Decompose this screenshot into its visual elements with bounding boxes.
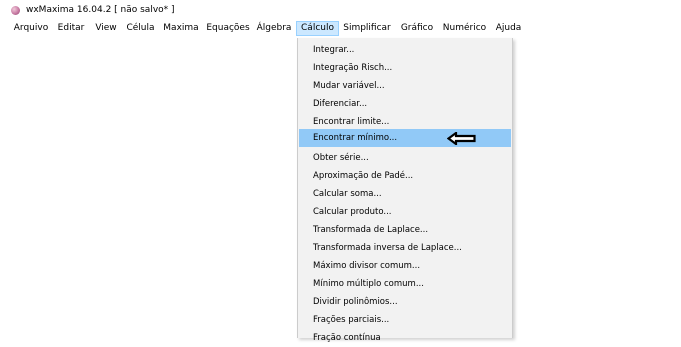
menu-calculo[interactable]: Cálculo: [296, 21, 339, 36]
menu-item-calcular-soma[interactable]: Calcular soma...: [299, 185, 511, 203]
menu-algebra[interactable]: Álgebra: [254, 21, 294, 36]
menu-bar: Arquivo Editar View Célula Maxima Equaçõ…: [0, 19, 681, 38]
menu-ajuda[interactable]: Ajuda: [491, 21, 526, 36]
menu-item-maximo-divisor-comum[interactable]: Máximo divisor comum...: [299, 257, 511, 275]
menu-grafico[interactable]: Gráfico: [396, 21, 438, 36]
menu-numerico[interactable]: Numérico: [439, 21, 490, 36]
wxmaxima-app-icon: [11, 6, 20, 15]
menu-maxima[interactable]: Maxima: [161, 21, 201, 36]
menu-item-integrar[interactable]: Integrar...: [299, 41, 511, 59]
menu-item-diferenciar[interactable]: Diferenciar...: [299, 95, 511, 113]
menu-item-mudar-variavel[interactable]: Mudar variável...: [299, 77, 511, 95]
menu-item-encontrar-minimo[interactable]: Encontrar mínimo...: [299, 129, 511, 147]
calculo-dropdown-menu: Integrar... Integração Risch... Mudar va…: [297, 38, 513, 343]
menu-item-calcular-produto[interactable]: Calcular produto...: [299, 203, 511, 221]
menu-item-fracao-continua[interactable]: Fração contínua: [299, 329, 511, 347]
menu-item-aproximacao-pade[interactable]: Aproximação de Padé...: [299, 167, 511, 185]
menu-celula[interactable]: Célula: [122, 21, 159, 36]
menu-editar[interactable]: Editar: [54, 21, 88, 36]
menu-view[interactable]: View: [91, 21, 121, 36]
menu-item-dividir-polinomios[interactable]: Dividir polinômios...: [299, 293, 511, 311]
left-arrow-icon: [447, 132, 476, 145]
menu-item-transformada-laplace[interactable]: Transformada de Laplace...: [299, 221, 511, 239]
menu-item-integracao-risch[interactable]: Integração Risch...: [299, 59, 511, 77]
window-title: wxMaxima 16.04.2 [ não salvo* ]: [26, 5, 175, 15]
menu-arquivo[interactable]: Arquivo: [10, 21, 52, 36]
menu-item-minimo-multiplo-comum[interactable]: Mínimo múltiplo comum...: [299, 275, 511, 293]
menu-item-fracoes-parciais[interactable]: Frações parciais...: [299, 311, 511, 329]
menu-item-obter-serie[interactable]: Obter série...: [299, 149, 511, 167]
menu-simplificar[interactable]: Simplificar: [341, 21, 393, 36]
title-bar: wxMaxima 16.04.2 [ não salvo* ]: [0, 0, 681, 18]
menu-item-transformada-inversa-laplace[interactable]: Transformada inversa de Laplace...: [299, 239, 511, 257]
menu-equacoes[interactable]: Equações: [203, 21, 253, 36]
